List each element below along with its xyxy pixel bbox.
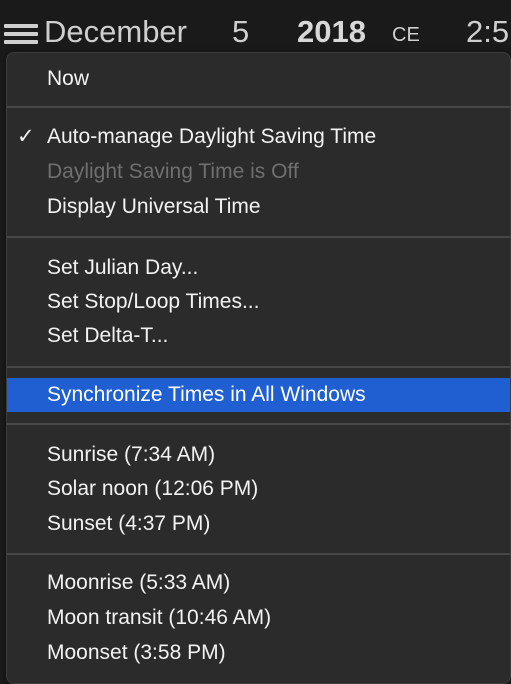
era-field[interactable]: CE (392, 22, 420, 48)
menu-item-label: Moon transit (10:46 AM) (47, 606, 272, 629)
menu-item-set-stop-loop-times[interactable]: Set Stop/Loop Times... (7, 286, 510, 318)
menu-item-label: Sunrise (7:34 AM) (47, 443, 216, 466)
menu-separator (7, 423, 510, 425)
menu-item-moonset[interactable]: Moonset (3:58 PM) (7, 637, 510, 669)
menu-item-label: Set Julian Day... (47, 256, 199, 279)
year-field[interactable]: 2018 (297, 12, 366, 52)
time-field[interactable]: 2:5 (466, 12, 509, 52)
checkmark-icon: ✓ (17, 125, 35, 148)
menu-item-sunset[interactable]: Sunset (4:37 PM) (7, 508, 510, 540)
menu-item-sunrise[interactable]: Sunrise (7:34 AM) (7, 439, 510, 471)
menu-separator (7, 366, 510, 368)
menu-item-label: Sunset (4:37 PM) (47, 512, 211, 535)
menu-item-label: Solar noon (12:06 PM) (47, 477, 259, 500)
menu-separator (7, 106, 510, 108)
menu-item-moon-transit[interactable]: Moon transit (10:46 AM) (7, 602, 510, 634)
menu-item-dst-status: Daylight Saving Time is Off (7, 156, 510, 188)
menu-item-display-universal-time[interactable]: Display Universal Time (7, 191, 510, 223)
menu-separator (7, 553, 510, 555)
menu-item-label: Set Delta-T... (47, 324, 169, 347)
hamburger-menu-icon[interactable] (4, 24, 38, 44)
menu-item-label: Moonrise (5:33 AM) (47, 571, 231, 594)
menu-item-set-julian-day[interactable]: Set Julian Day... (7, 252, 510, 284)
menu-item-label: Daylight Saving Time is Off (47, 160, 299, 183)
menu-item-label: Auto-manage Daylight Saving Time (47, 125, 377, 148)
menu-item-label: Synchronize Times in All Windows (47, 383, 366, 406)
menu-item-label: Display Universal Time (47, 195, 261, 218)
day-field[interactable]: 5 (232, 12, 249, 52)
menu-item-auto-dst[interactable]: ✓ Auto-manage Daylight Saving Time (7, 121, 510, 153)
menu-item-now[interactable]: Now (7, 63, 510, 95)
menu-item-synchronize-times[interactable]: Synchronize Times in All Windows (7, 378, 510, 412)
menu-item-label: Now (47, 67, 90, 90)
time-dropdown-menu: Now ✓ Auto-manage Daylight Saving Time D… (6, 52, 511, 684)
menu-item-solar-noon[interactable]: Solar noon (12:06 PM) (7, 473, 510, 505)
month-field[interactable]: December (44, 12, 187, 52)
menu-item-set-delta-t[interactable]: Set Delta-T... (7, 320, 510, 352)
menu-separator (7, 236, 510, 238)
menu-item-label: Set Stop/Loop Times... (47, 290, 260, 313)
menu-item-label: Moonset (3:58 PM) (47, 641, 226, 664)
menu-item-moonrise[interactable]: Moonrise (5:33 AM) (7, 567, 510, 599)
